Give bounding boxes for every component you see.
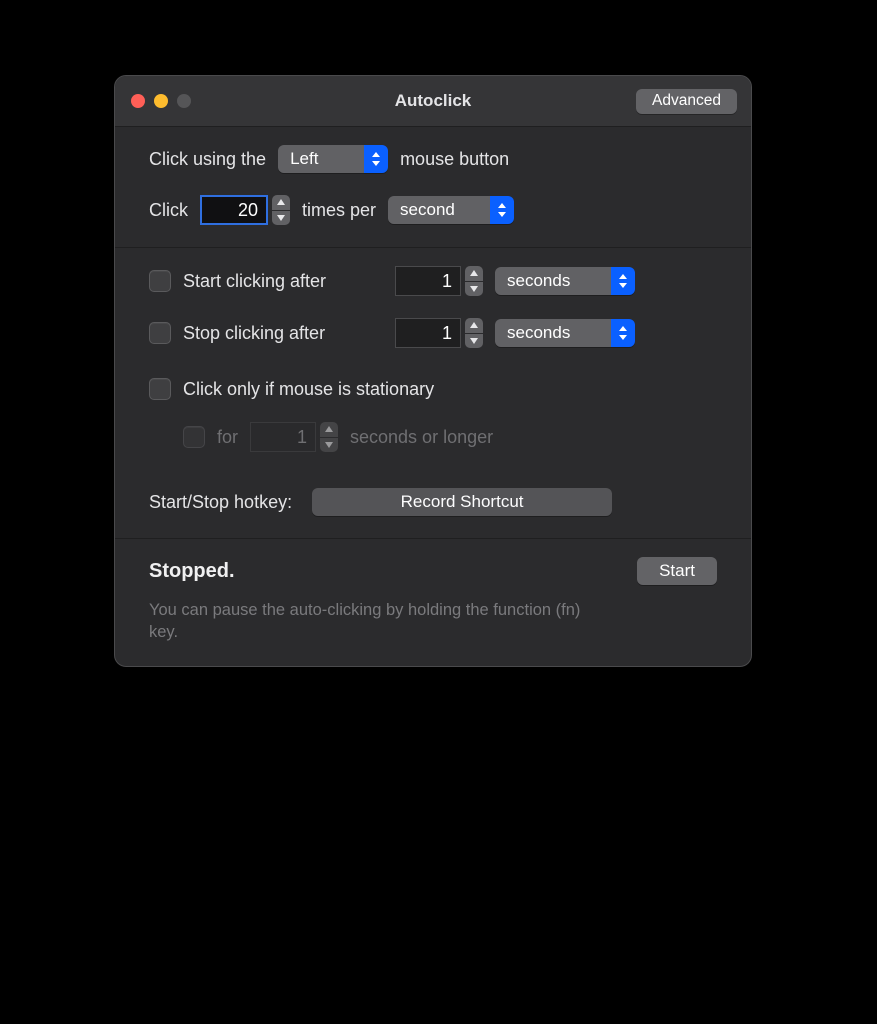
app-window: Autoclick Advanced Click using the Left … bbox=[114, 75, 752, 667]
title-bar: Autoclick Advanced bbox=[115, 76, 751, 127]
click-count-step-up[interactable] bbox=[272, 195, 290, 210]
stationary-for-label: for bbox=[217, 427, 238, 448]
mouse-button-select-value: Left bbox=[278, 145, 364, 173]
mouse-button-select[interactable]: Left bbox=[278, 145, 388, 173]
updown-icon bbox=[611, 319, 635, 347]
start-after-unit-value: seconds bbox=[495, 267, 611, 295]
click-count-label-pre: Click bbox=[149, 200, 188, 221]
stationary-label: Click only if mouse is stationary bbox=[183, 379, 434, 400]
status-section: Stopped. Start You can pause the auto-cl… bbox=[115, 538, 751, 666]
stop-after-step-down[interactable] bbox=[465, 334, 483, 349]
start-after-stepper bbox=[395, 266, 483, 296]
stationary-for-step-up bbox=[320, 422, 338, 437]
time-unit-select[interactable]: second bbox=[388, 196, 514, 224]
start-button[interactable]: Start bbox=[637, 557, 717, 585]
advanced-button[interactable]: Advanced bbox=[636, 89, 737, 114]
stop-after-unit-select[interactable]: seconds bbox=[495, 319, 635, 347]
stop-after-step-up[interactable] bbox=[465, 318, 483, 333]
minimize-window-button[interactable] bbox=[154, 94, 168, 108]
record-shortcut-button[interactable]: Record Shortcut bbox=[312, 488, 612, 516]
click-using-label-post: mouse button bbox=[400, 149, 509, 170]
traffic-lights bbox=[131, 94, 191, 108]
stop-after-input[interactable] bbox=[395, 318, 461, 348]
stationary-for-checkbox bbox=[183, 426, 205, 448]
zoom-window-button[interactable] bbox=[177, 94, 191, 108]
stationary-for-step-down bbox=[320, 438, 338, 453]
stop-after-label: Stop clicking after bbox=[183, 323, 383, 344]
click-count-stepper bbox=[200, 195, 290, 225]
time-unit-select-value: second bbox=[388, 196, 490, 224]
updown-icon bbox=[490, 196, 514, 224]
updown-icon bbox=[611, 267, 635, 295]
stationary-for-stepper bbox=[250, 422, 338, 452]
hotkey-label: Start/Stop hotkey: bbox=[149, 492, 292, 513]
status-text: Stopped. bbox=[149, 560, 235, 583]
stop-after-stepper bbox=[395, 318, 483, 348]
timing-section: Start clicking after seconds Stop clicki… bbox=[115, 247, 751, 538]
stationary-for-input bbox=[250, 422, 316, 452]
click-count-step-down[interactable] bbox=[272, 211, 290, 226]
start-after-unit-select[interactable]: seconds bbox=[495, 267, 635, 295]
start-after-checkbox[interactable] bbox=[149, 270, 171, 292]
start-after-step-down[interactable] bbox=[465, 282, 483, 297]
click-count-input[interactable] bbox=[200, 195, 268, 225]
stationary-checkbox[interactable] bbox=[149, 378, 171, 400]
times-per-label: times per bbox=[302, 200, 376, 221]
hint-text: You can pause the auto-clicking by holdi… bbox=[149, 599, 589, 644]
start-after-label: Start clicking after bbox=[183, 271, 383, 292]
stop-after-checkbox[interactable] bbox=[149, 322, 171, 344]
stationary-sub-row: for seconds or longer bbox=[183, 422, 717, 452]
start-after-step-up[interactable] bbox=[465, 266, 483, 281]
start-after-input[interactable] bbox=[395, 266, 461, 296]
stationary-for-post-label: seconds or longer bbox=[350, 427, 493, 448]
updown-icon bbox=[364, 145, 388, 173]
click-using-label-pre: Click using the bbox=[149, 149, 266, 170]
click-settings-section: Click using the Left mouse button Click bbox=[115, 127, 751, 247]
close-window-button[interactable] bbox=[131, 94, 145, 108]
stop-after-unit-value: seconds bbox=[495, 319, 611, 347]
